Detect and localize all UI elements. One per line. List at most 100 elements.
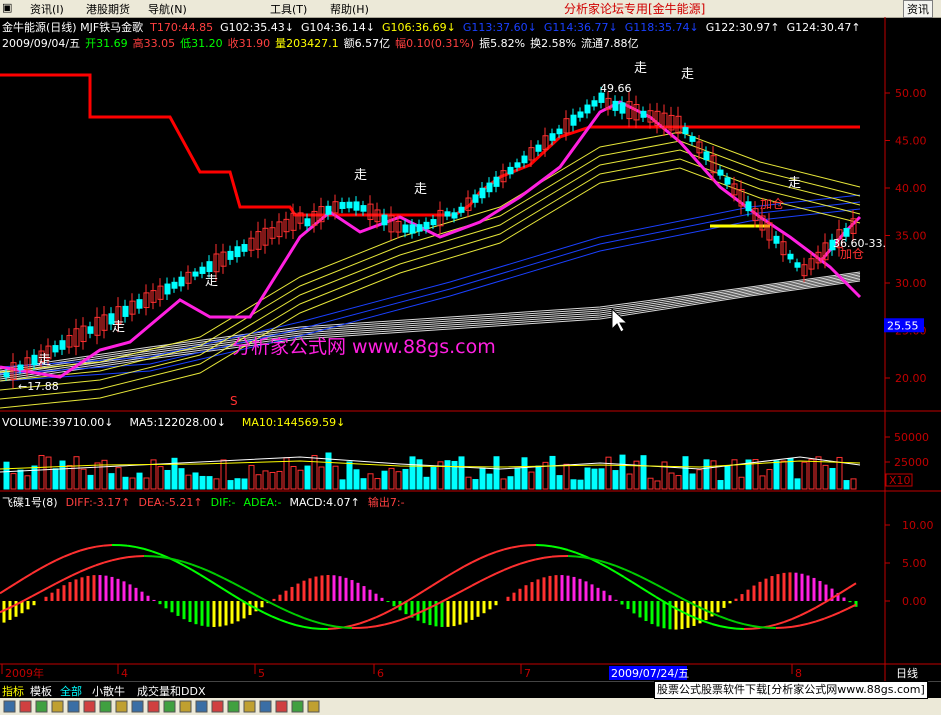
candle-body: [178, 276, 185, 287]
macd-dea-line: [71, 570, 81, 577]
tab-all[interactable]: 全部: [60, 683, 82, 699]
volume-header-1: MA5:122028.00↓: [129, 416, 225, 429]
time-label: 2009年: [5, 666, 44, 680]
taskbar-icons: [3, 700, 320, 713]
candle-body: [423, 221, 430, 230]
macd-dea-line: [735, 621, 745, 626]
toolbar-icon: [163, 700, 176, 713]
volume-bar: [304, 465, 311, 490]
volume-bar: [353, 469, 360, 490]
macd-dea-line: [839, 607, 849, 614]
volume-bar: [360, 478, 367, 490]
tab-template[interactable]: 模板: [30, 683, 52, 699]
macd-diff-line: [791, 614, 801, 620]
volume-bar: [507, 476, 514, 490]
volume-bar: [213, 478, 220, 490]
volume-bar: [24, 475, 31, 490]
volume-bar: [780, 460, 787, 490]
volume-bar: [584, 467, 591, 490]
macd-dea-line: [327, 624, 337, 628]
macd-dea-line: [167, 557, 177, 561]
macd-dea-line: [183, 561, 193, 566]
candle-body: [577, 111, 584, 118]
macd-header-2: DEA:-5.21↑: [139, 496, 203, 509]
macd-dea-line: [127, 555, 137, 559]
tab-indicator[interactable]: 指标: [2, 683, 24, 699]
macd-diff-line: [311, 627, 321, 630]
menu-navigate[interactable]: 导航(N): [148, 1, 187, 17]
macd-dea-line: [295, 613, 305, 619]
volume-bar: [220, 459, 227, 490]
macd-diff-line: [783, 618, 793, 623]
macd-dea-line: [503, 565, 513, 571]
toolbar-icon: [35, 700, 48, 713]
menu-help[interactable]: 帮助(H): [330, 1, 369, 17]
header-line1-9: G124:30.47↑: [787, 21, 861, 34]
volume-bar: [843, 480, 850, 490]
macd-diff-line: [839, 587, 849, 595]
volume-bar: [255, 474, 262, 490]
candle-body: [773, 235, 780, 244]
macd-diff-line: [639, 586, 649, 593]
volume-bar: [696, 469, 703, 490]
volume-tick-label: 25000: [894, 456, 929, 469]
toolbar-icon: [19, 700, 32, 713]
macd-diff-line: [231, 593, 241, 601]
volume-bar: [38, 454, 45, 490]
volume-bar: [227, 480, 234, 490]
volume-bar: [465, 476, 472, 490]
volume-bar: [556, 475, 563, 490]
volume-bar: [3, 461, 10, 490]
macd-dea-line: [791, 624, 801, 628]
candle-body: [17, 364, 24, 371]
macd-dea-line: [39, 586, 49, 593]
macd-dea-line: [55, 578, 65, 585]
candle-body: [353, 201, 360, 211]
macd-diff-line: [447, 570, 457, 577]
menu-hk-futures[interactable]: 港股期货: [86, 1, 130, 17]
macd-diff-line: [7, 582, 17, 590]
candle-body: [416, 224, 423, 232]
chart-area[interactable]: 金牛能源(日线) MJF铁马金歌 T170:44.85 G102:35.43↓ G10…: [0, 17, 941, 681]
volume-bar: [717, 480, 724, 490]
macd-diff-line: [151, 550, 161, 556]
volume-bar: [122, 476, 129, 490]
high-label: 49.66: [600, 82, 632, 95]
tab-small-bull[interactable]: 小散牛: [92, 683, 125, 699]
macd-dea-line: [487, 572, 497, 579]
macd-diff-line: [479, 554, 489, 560]
candle-body: [472, 194, 479, 203]
volume-bar: [514, 467, 521, 490]
volume-bar: [619, 454, 626, 490]
menu-tools[interactable]: 工具(T): [270, 1, 307, 17]
tab-volume-ddx[interactable]: 成交量和DDX: [137, 683, 205, 699]
volume-bar: [472, 479, 479, 490]
menu-icon[interactable]: ▣: [2, 1, 12, 14]
macd-dea-line: [151, 555, 161, 558]
macd-dea-line: [159, 555, 169, 560]
volume-bar: [332, 465, 339, 490]
volume-bar: [87, 474, 94, 490]
macd-diff-line: [199, 573, 209, 581]
volume-bar: [45, 456, 52, 490]
macd-dea-line: [375, 623, 385, 628]
ad-banner[interactable]: 股票公式股票软件下载[分析家公式网www.88gs.com]: [654, 681, 928, 699]
candle-body: [479, 187, 486, 199]
candle-body: [59, 340, 66, 350]
volume-bar: [206, 476, 213, 490]
volume-bar: [339, 479, 346, 490]
buy-label: 加仓: [840, 247, 864, 261]
macd-tick-label: 5.00: [902, 557, 927, 570]
macd-diff-line: [623, 576, 633, 583]
macd-diff-line: [751, 626, 761, 630]
macd-diff-line: [767, 623, 777, 628]
info-button[interactable]: 资讯: [903, 0, 933, 18]
macd-dea-line: [319, 622, 329, 627]
menu-info[interactable]: 资讯(I): [30, 1, 64, 17]
candle-body: [689, 136, 696, 142]
price-tick-label: 50.00: [895, 87, 927, 100]
macd-diff-line: [799, 610, 809, 617]
toolbar-icon: [3, 700, 16, 713]
volume-bar: [115, 467, 122, 490]
volume-bar: [682, 456, 689, 490]
